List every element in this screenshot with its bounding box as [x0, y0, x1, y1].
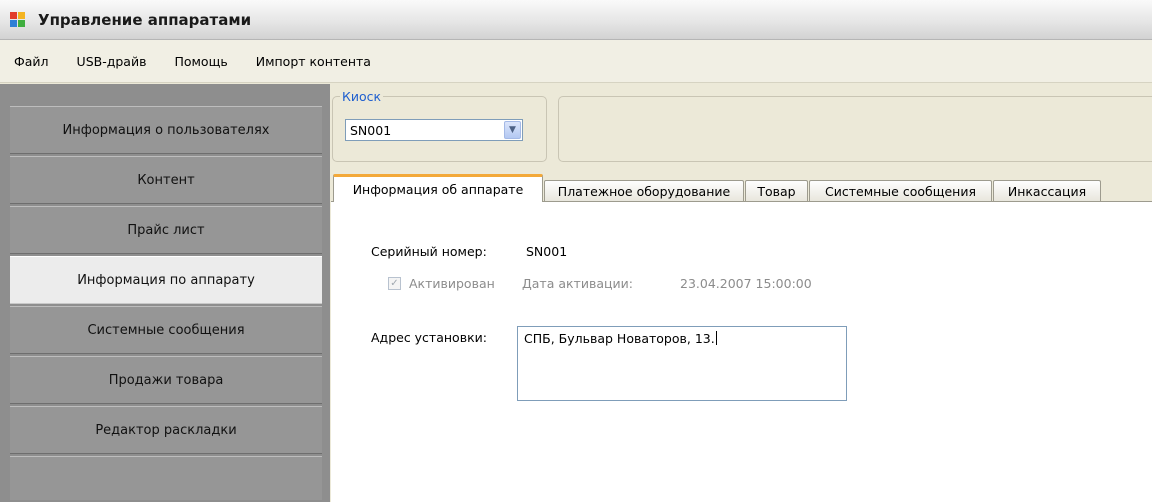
kiosk-group: Киоск SN001 ▼ [332, 89, 547, 162]
menu-file[interactable]: Файл [14, 54, 49, 69]
sidebar-item-label: Редактор раскладки [95, 422, 237, 438]
sidebar-item-device-info[interactable]: Информация по аппарату [10, 256, 322, 304]
tab-goods[interactable]: Товар [745, 180, 808, 202]
activation-date-value: 23.04.2007 15:00:00 [680, 276, 812, 291]
text-caret [715, 331, 717, 345]
sidebar-item-content[interactable]: Контент [10, 156, 322, 204]
kiosk-legend: Киоск [340, 89, 384, 104]
address-input[interactable]: СПБ, Бульвар Новаторов, 13. [517, 326, 847, 401]
sidebar-item-label: Прайс лист [127, 222, 205, 238]
sidebar-item-label: Информация по аппарату [77, 272, 255, 288]
device-info-panel: Серийный номер: SN001 ✓ Активирован Дата… [331, 201, 1152, 502]
window-title: Управление аппаратами [38, 10, 252, 29]
menu-bar: Файл USB-драйв Помощь Импорт контента [0, 40, 1152, 83]
activated-checkbox[interactable]: ✓ [388, 277, 401, 290]
chevron-down-icon[interactable]: ▼ [504, 121, 521, 139]
sidebar-item-system-messages[interactable]: Системные сообщения [10, 306, 322, 354]
title-bar: Управление аппаратами [0, 0, 1152, 40]
sidebar-item-label: Контент [137, 172, 195, 188]
tab-label: Системные сообщения [825, 184, 976, 199]
tab-collection[interactable]: Инкассация [993, 180, 1101, 202]
serial-number-value: SN001 [526, 244, 568, 259]
sidebar-item-user-info[interactable]: Информация о пользователях [10, 106, 322, 154]
sidebar-item-label: Продажи товара [108, 372, 224, 388]
tab-label: Товар [757, 184, 796, 199]
sidebar: Информация о пользователях Контент Прайс… [0, 84, 330, 502]
tab-strip: Информация об аппарате Платежное оборудо… [331, 174, 1152, 202]
activation-date-label: Дата активации: [522, 276, 633, 291]
tab-label: Платежное оборудование [557, 184, 731, 199]
sidebar-item-label: Системные сообщения [87, 322, 245, 338]
sidebar-item-sales[interactable]: Продажи товара [10, 356, 322, 404]
tab-payment-equipment[interactable]: Платежное оборудование [544, 180, 744, 202]
main-area: Киоск SN001 ▼ Информация об аппарате Пла… [331, 84, 1152, 502]
tab-label: Информация об аппарате [352, 182, 524, 197]
sidebar-blank-area [10, 456, 322, 500]
menu-import-content[interactable]: Импорт контента [256, 54, 371, 69]
sidebar-item-layout-editor[interactable]: Редактор раскладки [10, 406, 322, 454]
activated-label: Активирован [409, 276, 495, 291]
tab-device-info[interactable]: Информация об аппарате [333, 174, 543, 202]
kiosk-details-group [558, 96, 1152, 162]
app-icon [10, 11, 26, 28]
serial-number-label: Серийный номер: [371, 244, 487, 259]
kiosk-select[interactable]: SN001 ▼ [345, 119, 523, 141]
tab-label: Инкассация [1007, 184, 1087, 199]
address-value: СПБ, Бульвар Новаторов, 13. [524, 331, 715, 346]
sidebar-item-price-list[interactable]: Прайс лист [10, 206, 322, 254]
menu-help[interactable]: Помощь [174, 54, 227, 69]
sidebar-item-label: Информация о пользователях [62, 122, 270, 138]
menu-usb-drive[interactable]: USB-драйв [77, 54, 147, 69]
tab-system-messages[interactable]: Системные сообщения [809, 180, 992, 202]
kiosk-selected-value: SN001 [350, 123, 392, 138]
address-label: Адрес установки: [371, 330, 487, 345]
